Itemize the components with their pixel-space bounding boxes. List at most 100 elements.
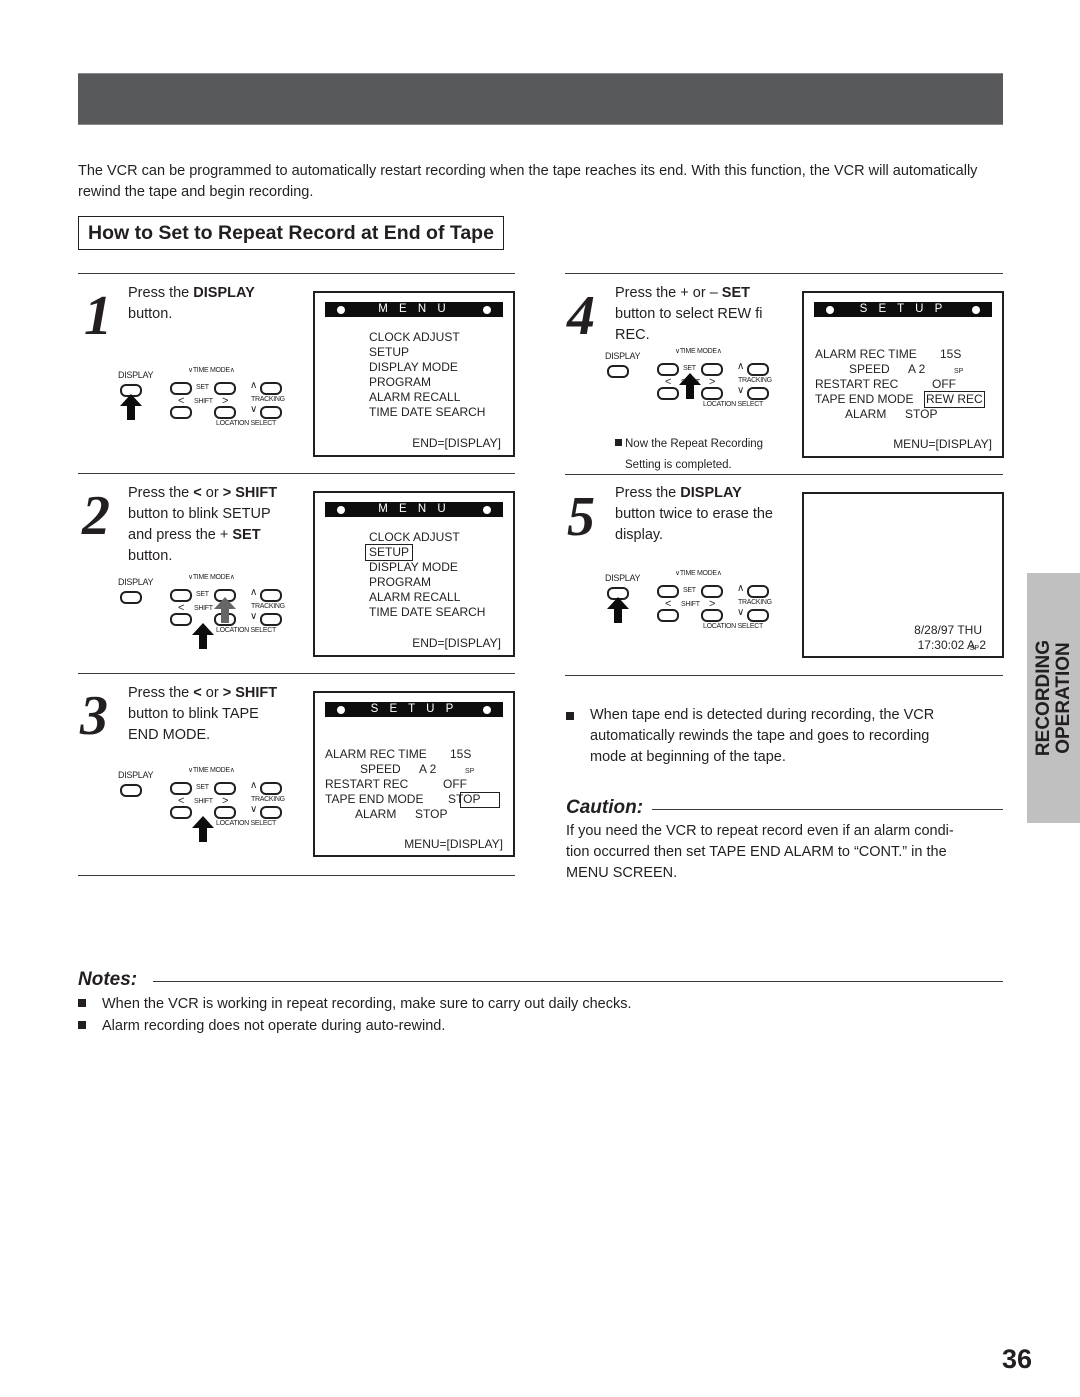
press-arrow-icon <box>214 597 236 623</box>
text: or <box>201 685 223 701</box>
time-mode-label: ∨TIME MODE∧ <box>188 767 235 774</box>
menu-item: PROGRAM <box>369 575 432 589</box>
tracking-up-glyph: ∧ <box>737 361 745 372</box>
menu-screen: M E N U CLOCK ADJUST SETUP DISPLAY MODE … <box>313 291 515 457</box>
press-arrow-icon <box>192 816 214 842</box>
text: mode at beginning of the tape. <box>590 749 786 765</box>
shift-left-button <box>657 387 679 400</box>
text: and press the + <box>128 527 233 543</box>
setup-label: ALARM REC TIME <box>325 747 427 761</box>
shift-left-button <box>170 613 192 626</box>
setup-label: SPEED <box>360 762 401 776</box>
shift-keyword: SHIFT <box>235 685 278 701</box>
time-mode-label: ∨TIME MODE∧ <box>675 348 722 355</box>
text: Press the <box>128 485 194 501</box>
location-select-label: LOCATION SELECT <box>703 401 763 408</box>
display-time: 17:30:02 A <box>917 638 975 652</box>
notes-heading: Notes: <box>78 969 138 990</box>
step-divider <box>78 875 515 876</box>
menu-item: ALARM RECALL <box>369 590 461 604</box>
caution-text: If you need the VCR to repeat record eve… <box>566 821 1006 884</box>
tracking-down-button <box>260 406 282 419</box>
press-arrow-icon <box>120 394 142 420</box>
text: RECORDING <box>1032 639 1054 757</box>
step-instruction: Press the + or – SET button to select RE… <box>615 283 805 346</box>
location-select-label: LOCATION SELECT <box>216 820 276 827</box>
shift-left-button <box>657 609 679 622</box>
caution-rule <box>652 809 1003 810</box>
display-button <box>607 365 629 378</box>
setup-label: RESTART REC <box>815 377 899 391</box>
menu-item: PROGRAM <box>369 375 432 389</box>
setup-value: STOP <box>415 807 448 821</box>
text: automatically rewinds the tape and goes … <box>590 728 930 744</box>
step-number: 2 <box>82 485 110 547</box>
shift-right-button <box>701 387 723 400</box>
set-plus-button <box>701 363 723 376</box>
notes-rule <box>153 981 1003 982</box>
display-date: 8/28/97 THU <box>914 623 982 637</box>
screen-title-bar: M E N U <box>325 302 503 317</box>
text: When the VCR is working in repeat record… <box>102 996 632 1012</box>
location-select-label: LOCATION SELECT <box>703 623 763 630</box>
setup-label: TAPE END MODE <box>815 392 914 406</box>
text: button to select REW fi <box>615 306 763 322</box>
display-label: DISPLAY <box>118 577 154 587</box>
setup-label: SPEED <box>849 362 890 376</box>
text: REC. <box>615 327 650 343</box>
screen-title-bar: S E T U P <box>325 702 503 717</box>
tracking-label: TRACKING <box>251 796 285 803</box>
tracking-down-glyph: ∨ <box>250 404 258 415</box>
setup-value: OFF <box>932 377 956 391</box>
screen-footer: MENU=[DISPLAY] <box>404 837 503 851</box>
screen-title: M E N U <box>378 303 450 315</box>
set-minus-button <box>170 382 192 395</box>
set-plus-button <box>701 585 723 598</box>
tracking-down-button <box>747 387 769 400</box>
display-button <box>120 784 142 797</box>
step-instruction: Press the DISPLAY button twice to erase … <box>615 483 805 546</box>
display-button <box>120 591 142 604</box>
text: If you need the VCR to repeat record eve… <box>566 823 954 839</box>
remote-diagram: DISPLAY∨TIME MODE∧SET∧TRACKING<SHIFT>∨LO… <box>605 347 785 427</box>
tracking-up-button <box>747 363 769 376</box>
tracking-down-glyph: ∨ <box>737 385 745 396</box>
display-label: DISPLAY <box>118 370 154 380</box>
notes-list: When the VCR is working in repeat record… <box>78 993 998 1037</box>
tracking-label: TRACKING <box>738 377 772 384</box>
bullet-icon <box>566 712 574 720</box>
tracking-up-button <box>747 585 769 598</box>
step-number: 3 <box>80 685 108 747</box>
press-arrow-icon <box>679 373 701 399</box>
shift-left-glyph: < <box>193 685 202 701</box>
time-mode-label: ∨TIME MODE∧ <box>675 570 722 577</box>
tracking-up-glyph: ∧ <box>737 583 745 594</box>
setup-value: OFF <box>443 777 467 791</box>
screen-footer: END=[DISPLAY] <box>412 636 501 650</box>
tracking-label: TRACKING <box>251 396 285 403</box>
note-item: Alarm recording does not operate during … <box>78 1015 998 1037</box>
display-label: DISPLAY <box>605 573 641 583</box>
set-minus-button <box>170 782 192 795</box>
text: When tape end is detected during recordi… <box>590 707 935 723</box>
setup-screen: S E T U P ALARM REC TIME 15S SPEED A 2 S… <box>802 291 1004 458</box>
tracking-down-glyph: ∨ <box>250 611 258 622</box>
cursor-box <box>460 792 500 808</box>
text: Press the + or – <box>615 285 722 301</box>
set-label: SET <box>196 384 209 391</box>
text: END MODE. <box>128 727 211 743</box>
text: or <box>201 485 223 501</box>
screen-title-bar: S E T U P <box>814 302 992 317</box>
shift-keyword: SHIFT <box>235 485 278 501</box>
remote-diagram: DISPLAY∨TIME MODE∧SET∧TRACKING<SHIFT>∨LO… <box>605 569 785 649</box>
text: tion occurred then set TAPE END ALARM to… <box>566 844 947 860</box>
step-instruction: Press the < or > SHIFT button to blink T… <box>128 683 318 746</box>
step-1: 1 Press the DISPLAY button. DISPLAY ∨TIME… <box>78 274 518 474</box>
display-keyword: DISPLAY <box>680 485 742 501</box>
tracking-up-button <box>260 382 282 395</box>
step-5: 5 Press the DISPLAY button twice to eras… <box>565 475 1005 675</box>
set-keyword: SET <box>721 285 750 301</box>
time-mode-label: ∨TIME MODE∧ <box>188 574 235 581</box>
shift-left-button <box>170 806 192 819</box>
text: Setting is completed. <box>625 459 732 471</box>
